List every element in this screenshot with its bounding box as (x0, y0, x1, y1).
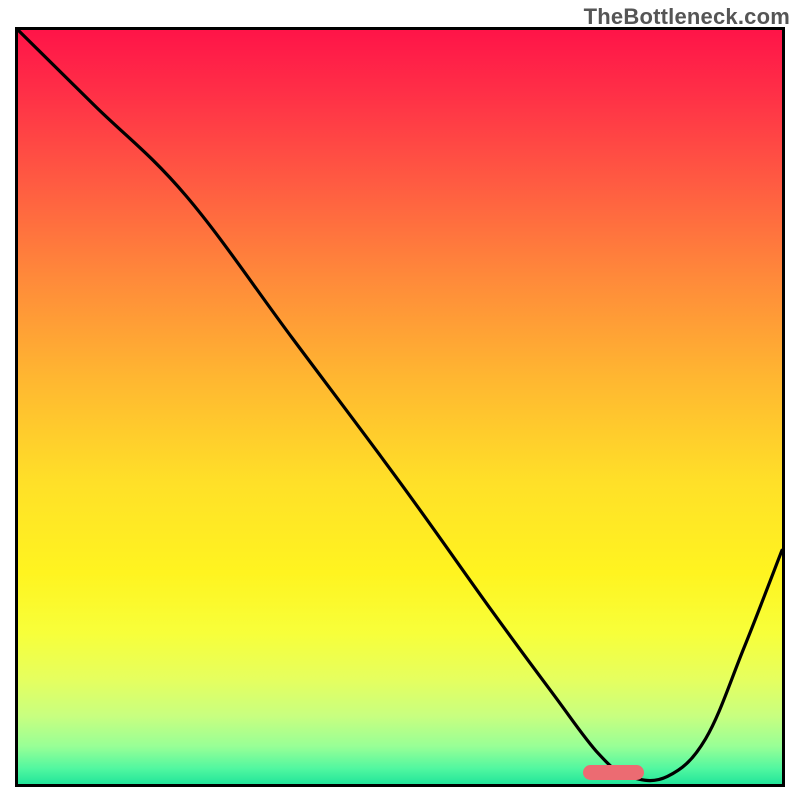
plot-area (15, 27, 785, 787)
watermark-text: TheBottleneck.com (584, 4, 790, 30)
line-curve (18, 30, 782, 784)
chart-container: TheBottleneck.com (0, 0, 800, 800)
highlight-marker (583, 765, 644, 780)
